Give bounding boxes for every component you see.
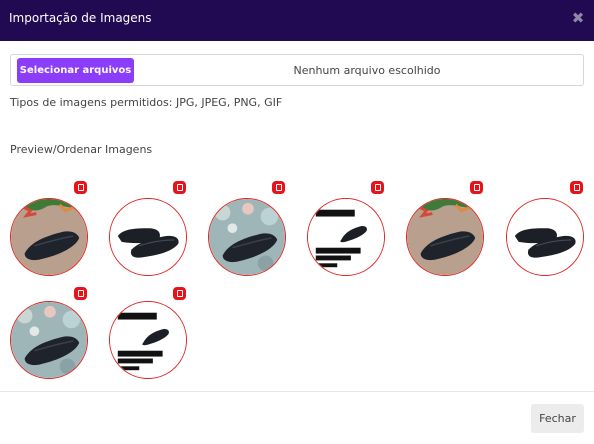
delete-icon[interactable] (173, 287, 186, 300)
allowed-types-text: Tipos de imagens permitidos: JPG, JPEG, … (10, 96, 283, 109)
shoe-image (507, 199, 583, 275)
image-thumbnail[interactable] (109, 198, 187, 276)
delete-icon[interactable] (74, 287, 87, 300)
image-thumbnail[interactable] (406, 198, 484, 276)
shoe-image (308, 199, 384, 275)
image-thumbnail[interactable] (208, 198, 286, 276)
shoe-image (209, 199, 285, 275)
close-icon[interactable]: ✖ (571, 11, 585, 26)
image-thumbnail[interactable] (10, 198, 88, 276)
image-thumbnail[interactable] (109, 301, 187, 379)
footer-divider (0, 391, 594, 392)
select-files-button[interactable]: Selecionar arquivos (17, 58, 134, 83)
image-thumbnail[interactable] (307, 198, 385, 276)
preview-label: Preview/Ordenar Imagens (10, 143, 153, 156)
shoe-image (11, 302, 87, 378)
delete-icon[interactable] (570, 181, 583, 194)
shoe-image (110, 302, 186, 378)
modal-header: Importação de Imagens ✖ (0, 0, 594, 41)
image-thumbnail[interactable] (10, 301, 88, 379)
delete-icon[interactable] (371, 181, 384, 194)
shoe-image (11, 199, 87, 275)
modal-title: Importação de Imagens (9, 11, 152, 25)
file-status: Nenhum arquivo escolhido (293, 64, 441, 77)
delete-icon[interactable] (173, 181, 186, 194)
delete-icon[interactable] (272, 181, 285, 194)
delete-icon[interactable] (74, 181, 87, 194)
shoe-image (407, 199, 483, 275)
close-button[interactable]: Fechar (531, 404, 584, 433)
delete-icon[interactable] (470, 181, 483, 194)
shoe-image (110, 199, 186, 275)
image-thumbnail[interactable] (506, 198, 584, 276)
file-input[interactable]: Selecionar arquivos Nenhum arquivo escol… (10, 54, 584, 86)
